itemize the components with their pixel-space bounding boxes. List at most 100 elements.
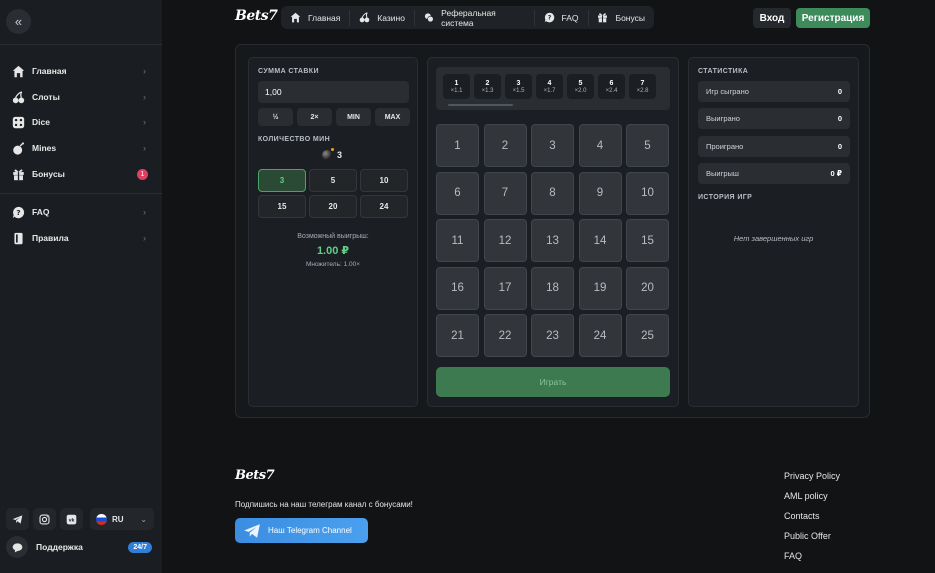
language-selector[interactable]: RU ⌄ bbox=[90, 508, 154, 530]
footer-link-faq[interactable]: FAQ bbox=[784, 550, 840, 570]
mines-tile[interactable]: 20 bbox=[626, 266, 669, 310]
social-links: vk RU ⌄ bbox=[6, 508, 154, 530]
telegram-channel-button[interactable]: Наш Telegram Channel bbox=[235, 518, 368, 543]
sidebar-item-label: Mines bbox=[32, 143, 57, 153]
double-bet-button[interactable]: 2× bbox=[297, 108, 332, 126]
bomb-icon bbox=[11, 141, 25, 155]
selected-mines-count: 3 bbox=[322, 148, 343, 160]
mines-tile[interactable]: 12 bbox=[483, 219, 527, 262]
telegram-link[interactable] bbox=[6, 508, 29, 530]
mines-tile[interactable]: 19 bbox=[578, 266, 622, 310]
mines-tile[interactable]: 23 bbox=[531, 314, 574, 357]
game-history-title: ИСТОРИЯ ИГР bbox=[698, 194, 753, 201]
mines-tile[interactable]: 8 bbox=[531, 171, 574, 215]
bet-amount-input[interactable] bbox=[258, 81, 409, 103]
mines-tile[interactable]: 13 bbox=[531, 219, 574, 262]
stat-value: 0 bbox=[837, 87, 842, 96]
mines-option-10[interactable]: 10 bbox=[360, 169, 408, 192]
login-button[interactable]: Вход bbox=[753, 8, 791, 28]
mines-option-3[interactable]: 3 bbox=[258, 169, 306, 192]
mines-tile[interactable]: 9 bbox=[578, 171, 622, 215]
chevron-right-icon: › bbox=[143, 207, 146, 217]
chevron-right-icon: › bbox=[143, 66, 146, 76]
footer-logo[interactable]: Bets7 bbox=[235, 468, 275, 483]
mines-tile[interactable]: 1 bbox=[436, 124, 479, 167]
instagram-link[interactable] bbox=[33, 508, 56, 530]
mines-tile[interactable]: 14 bbox=[578, 219, 622, 262]
mines-tile[interactable]: 25 bbox=[626, 314, 669, 357]
question-icon: ? bbox=[544, 12, 554, 23]
mines-option-5[interactable]: 5 bbox=[309, 169, 357, 192]
stat-label: Проиграно bbox=[706, 142, 744, 151]
footer-link-privacy-policy[interactable]: Privacy Policy bbox=[784, 470, 840, 490]
mines-tile[interactable]: 16 bbox=[436, 266, 479, 310]
footer-link-contacts[interactable]: Contacts bbox=[784, 510, 840, 530]
mines-tile[interactable]: 7 bbox=[483, 171, 527, 215]
footer-link-public-offer[interactable]: Public Offer bbox=[784, 530, 840, 550]
stat-label: Игр сыграно bbox=[706, 87, 749, 96]
sidebar-item-mines[interactable]: Mines › bbox=[0, 135, 162, 161]
sidebar-item-home[interactable]: Главная › bbox=[0, 58, 162, 84]
multiplier-step-value: ×2.4 bbox=[605, 87, 618, 94]
bomb-icon bbox=[322, 148, 334, 160]
mines-tile[interactable]: 15 bbox=[626, 219, 669, 262]
half-bet-button[interactable]: ½ bbox=[258, 108, 293, 126]
stat-value: 0 bbox=[837, 114, 842, 123]
topnav-home[interactable]: Главная bbox=[281, 6, 349, 29]
multiplier-step: 1 ×1.1 bbox=[443, 74, 470, 99]
sidebar-item-bonuses[interactable]: Бонусы 1 bbox=[0, 161, 162, 187]
vk-link[interactable]: vk bbox=[60, 508, 83, 530]
topnav-referral[interactable]: Реферальная система bbox=[415, 6, 534, 29]
mines-tile[interactable]: 2 bbox=[483, 124, 527, 167]
multiplier-scrollbar[interactable] bbox=[448, 104, 513, 106]
mines-game: СУММА СТАВКИ ½ 2× MIN MAX КОЛИЧЕСТВО МИН… bbox=[235, 44, 870, 418]
play-button[interactable]: Играть bbox=[436, 367, 670, 397]
chevron-down-icon: ⌄ bbox=[140, 514, 147, 524]
notification-badge: 1 bbox=[137, 168, 148, 180]
sidebar-item-faq[interactable]: ? FAQ › bbox=[0, 199, 162, 225]
mines-tile[interactable]: 24 bbox=[578, 314, 622, 357]
multiplier-strip: 1 ×1.1 2 ×1.3 3 ×1.5 4 ×1.7 5 ×2.0 6 ×2.4 7 ×2.8 bbox=[436, 67, 670, 110]
sidebar-item-label: Слоты bbox=[32, 92, 60, 102]
topnav-bonuses[interactable]: Бонусы bbox=[588, 6, 654, 29]
mines-option-15[interactable]: 15 bbox=[258, 195, 306, 218]
mines-tile[interactable]: 5 bbox=[626, 124, 669, 167]
sidebar-collapse-button[interactable]: « bbox=[6, 9, 31, 34]
mines-tile[interactable]: 18 bbox=[531, 266, 574, 310]
register-button[interactable]: Регистрация bbox=[796, 8, 870, 28]
mines-option-20[interactable]: 20 bbox=[309, 195, 357, 218]
min-bet-button[interactable]: MIN bbox=[336, 108, 371, 126]
topnav-faq[interactable]: ? FAQ bbox=[535, 6, 588, 29]
mines-tile[interactable]: 3 bbox=[531, 124, 574, 167]
svg-text:?: ? bbox=[547, 15, 551, 22]
sidebar-item-label: Dice bbox=[32, 117, 50, 127]
multiplier-step-value: ×1.3 bbox=[481, 87, 494, 94]
mines-tile[interactable]: 22 bbox=[483, 314, 527, 357]
topnav-label: Бонусы bbox=[615, 12, 645, 23]
stat-label: Выиграно bbox=[706, 114, 740, 123]
topnav-label: Реферальная система bbox=[441, 7, 496, 28]
logo[interactable]: Bets7 bbox=[235, 8, 278, 24]
multiplier-step-value: ×2.0 bbox=[574, 87, 587, 94]
mines-tile[interactable]: 21 bbox=[436, 314, 479, 357]
multiplier-step-value: ×2.8 bbox=[636, 87, 649, 94]
chevron-right-icon: › bbox=[143, 92, 146, 102]
mines-tile[interactable]: 4 bbox=[578, 124, 622, 167]
mines-tile[interactable]: 6 bbox=[436, 171, 479, 215]
multiplier-step-number: 4 bbox=[547, 79, 552, 87]
support-button[interactable]: Поддержка 24/7 bbox=[6, 536, 156, 558]
multiplier-label: Множитель: 1.00× bbox=[305, 261, 361, 268]
mines-tile[interactable]: 10 bbox=[626, 171, 669, 215]
mines-option-24[interactable]: 24 bbox=[360, 195, 408, 218]
mines-tile[interactable]: 17 bbox=[483, 266, 527, 310]
question-icon: ? bbox=[11, 205, 25, 219]
sidebar-item-rules[interactable]: Правила › bbox=[0, 225, 162, 251]
sidebar-item-dice[interactable]: Dice › bbox=[0, 109, 162, 135]
max-bet-button[interactable]: MAX bbox=[375, 108, 410, 126]
mines-tile[interactable]: 11 bbox=[436, 219, 479, 262]
mines-count-value: 3 bbox=[337, 150, 343, 160]
sidebar-divider bbox=[0, 44, 162, 45]
topnav-casino[interactable]: Казино bbox=[350, 6, 414, 29]
sidebar-item-slots[interactable]: Слоты › bbox=[0, 84, 162, 110]
footer-link-aml-policy[interactable]: AML policy bbox=[784, 490, 840, 510]
